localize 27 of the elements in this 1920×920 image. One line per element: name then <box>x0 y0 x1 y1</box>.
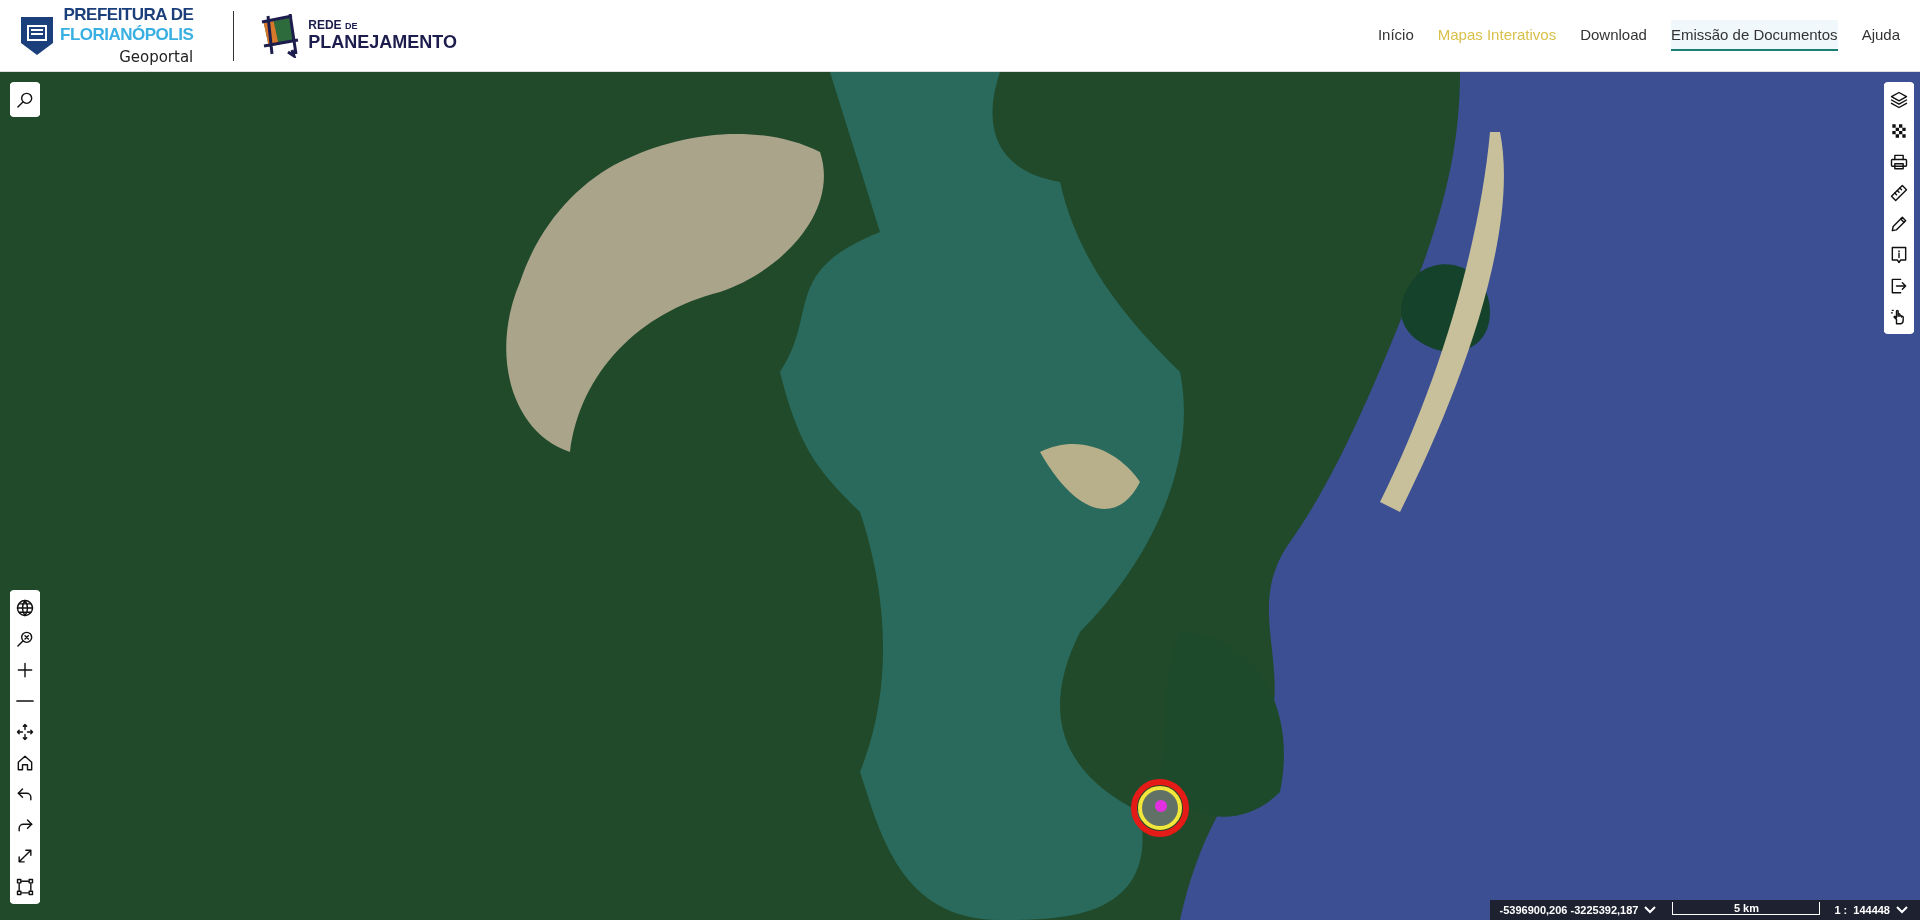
partner-logo-title: REDE DE <box>308 18 359 32</box>
selection-icon <box>15 876 35 897</box>
nav-link[interactable]: Início <box>1377 20 1414 51</box>
caret-icon <box>1896 906 1908 914</box>
projection-dropdown[interactable] <box>1644 904 1659 916</box>
nav-link[interactable]: Ajuda <box>1861 20 1900 51</box>
ruler-icon <box>1889 182 1909 203</box>
crest-icon <box>20 15 54 56</box>
scale-value: 144448 <box>1853 904 1890 916</box>
layers-icon <box>1889 89 1909 110</box>
globe-icon <box>15 597 35 618</box>
scale-bar: 5 km <box>1672 901 1821 915</box>
zoom-out-icon <box>15 698 35 703</box>
partner-logo-name: PLANEJAMENTO <box>308 32 457 53</box>
scale-dropdown[interactable] <box>1896 904 1910 916</box>
info-icon <box>1889 244 1909 265</box>
satellite-map-drawing[interactable] <box>0 72 1920 920</box>
move-icon <box>15 721 35 742</box>
nav-link[interactable]: Emissão de Documentos <box>1670 20 1838 51</box>
nav-link[interactable]: Download <box>1580 20 1647 51</box>
location-marker-icon <box>1130 778 1190 838</box>
scale-prefix: 1 : <box>1834 904 1848 916</box>
logo-city: FLORIANÓPOLIS <box>60 25 194 45</box>
caret-icon <box>1644 906 1657 914</box>
logo-subtitle: Geoportal <box>119 48 194 66</box>
logo-title: PREFEITURA DE <box>63 5 194 25</box>
coordinates-text: -5396900,206 -3225392,187 <box>1499 904 1639 916</box>
